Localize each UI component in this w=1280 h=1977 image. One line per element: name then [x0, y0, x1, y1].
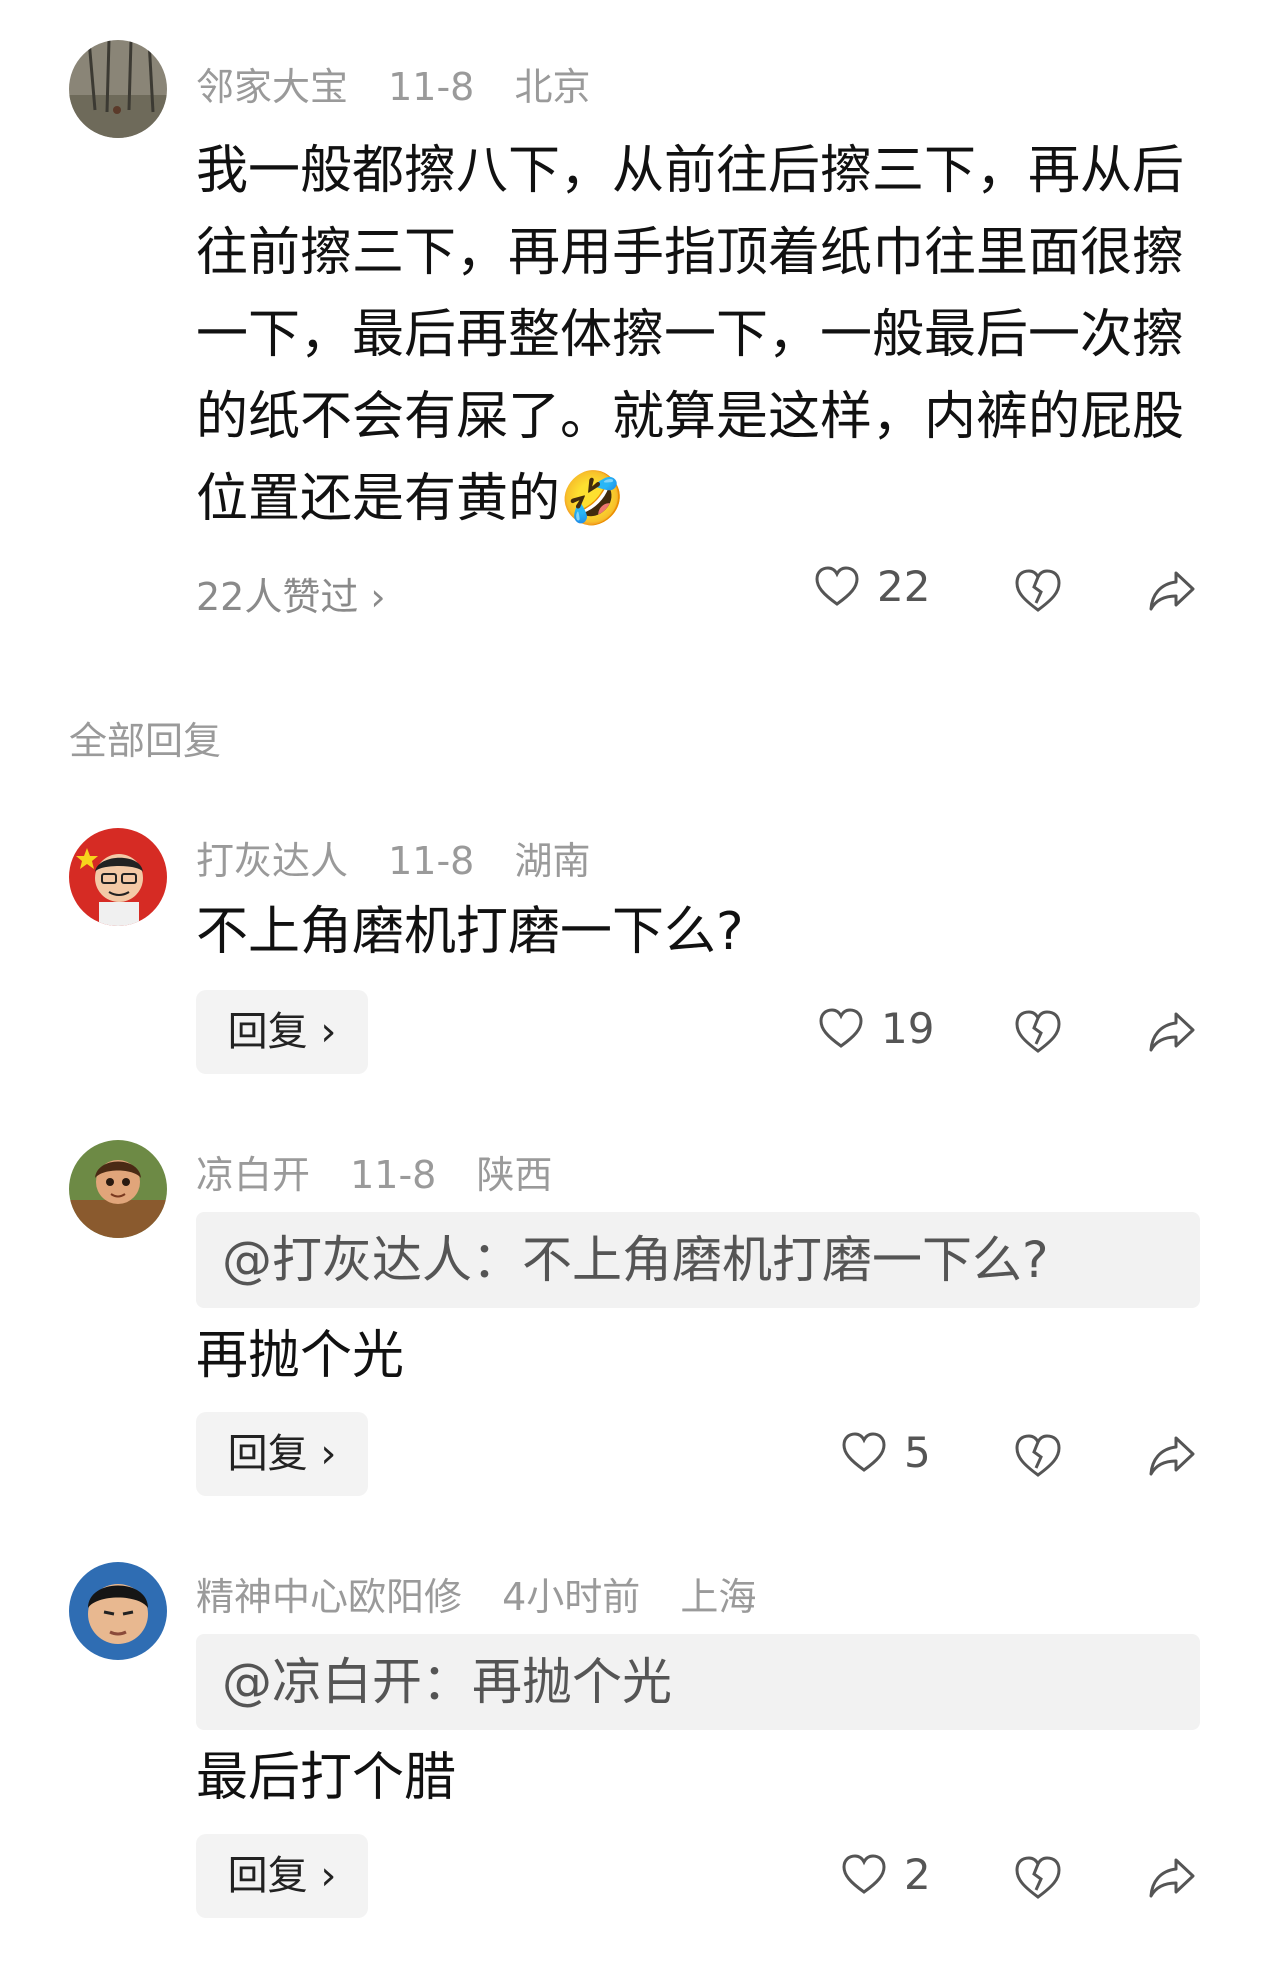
- section-title: 全部回复: [69, 719, 222, 763]
- heart-outline-icon: [842, 1853, 886, 1894]
- avatar-image: [69, 40, 167, 138]
- avatar-main-author[interactable]: [69, 40, 167, 138]
- reply-button[interactable]: 回复 ›: [196, 990, 368, 1074]
- like-button[interactable]: 5: [840, 1428, 931, 1477]
- avatar-reply-1[interactable]: [69, 828, 167, 926]
- comment-text: 我一般都擦八下，从前往后擦三下，再从后往前擦三下，再用手指顶着纸巾往里面很擦一下…: [196, 141, 1185, 529]
- like-button[interactable]: 22: [813, 562, 930, 611]
- liked-by-link[interactable]: 22人赞过 ›: [196, 566, 386, 621]
- like-count: 22: [877, 562, 931, 611]
- comment-location: 上海: [680, 1575, 757, 1619]
- broken-heart-icon: [1015, 1010, 1061, 1053]
- comment-location: 北京: [514, 65, 591, 109]
- heart-outline-icon: [819, 1007, 863, 1048]
- comment-meta: 打灰达人 11-8 湖南: [196, 830, 618, 885]
- avatar-reply-2[interactable]: [69, 1140, 167, 1238]
- comment-date: 4小时前: [502, 1575, 641, 1619]
- reply-text: 不上角磨机打磨一下么?: [196, 902, 744, 962]
- share-arrow-icon: [1149, 1436, 1195, 1476]
- share-arrow-icon: [1149, 571, 1195, 611]
- author-name[interactable]: 凉白开: [196, 1153, 310, 1197]
- author-name[interactable]: 精神中心欧阳修: [196, 1575, 462, 1619]
- reply-text: 再抛个光: [196, 1326, 405, 1386]
- like-count: 19: [881, 1004, 935, 1053]
- share-arrow-icon: [1149, 1012, 1195, 1052]
- like-count: 5: [904, 1428, 931, 1477]
- broken-heart-icon: [1015, 1434, 1061, 1477]
- quoted-reply: @凉白开：再抛个光: [196, 1634, 1200, 1730]
- dislike-button[interactable]: [1012, 1006, 1064, 1058]
- comment-location: 陕西: [476, 1153, 553, 1197]
- comment-date: 11-8: [388, 839, 475, 883]
- like-button[interactable]: 2: [840, 1850, 931, 1899]
- author-name[interactable]: 打灰达人: [196, 839, 348, 883]
- avatar-image: [69, 1562, 167, 1660]
- share-button[interactable]: [1146, 1430, 1198, 1482]
- quoted-reply: @打灰达人：不上角磨机打磨一下么?: [196, 1212, 1200, 1308]
- avatar-image: [69, 1140, 167, 1238]
- share-arrow-icon: [1149, 1858, 1195, 1898]
- comment-meta: 凉白开 11-8 陕西: [196, 1144, 580, 1199]
- comment-meta: 邻家大宝 11-8 北京: [196, 56, 618, 111]
- comment-date: 11-8: [388, 65, 475, 109]
- comment-date: 11-8: [350, 1153, 437, 1197]
- reply-text: 最后打个腊: [196, 1748, 457, 1808]
- reply-button[interactable]: 回复 ›: [196, 1412, 368, 1496]
- author-name[interactable]: 邻家大宝: [196, 65, 348, 109]
- like-button[interactable]: 19: [817, 1004, 934, 1053]
- dislike-button[interactable]: [1012, 565, 1064, 617]
- avatar-reply-3[interactable]: [69, 1562, 167, 1660]
- dislike-button[interactable]: [1012, 1430, 1064, 1482]
- broken-heart-icon: [1015, 1856, 1061, 1899]
- broken-heart-icon: [1015, 569, 1061, 612]
- heart-outline-icon: [842, 1431, 886, 1472]
- dislike-button[interactable]: [1012, 1852, 1064, 1904]
- share-button[interactable]: [1146, 1006, 1198, 1058]
- heart-outline-icon: [815, 565, 859, 606]
- reply-button[interactable]: 回复 ›: [196, 1834, 368, 1918]
- comment-meta: 精神中心欧阳修 4小时前 上海: [196, 1566, 784, 1621]
- comment-location: 湖南: [514, 839, 591, 883]
- share-button[interactable]: [1146, 1852, 1198, 1904]
- avatar-image: [69, 828, 167, 926]
- like-count: 2: [904, 1850, 931, 1899]
- share-button[interactable]: [1146, 565, 1198, 617]
